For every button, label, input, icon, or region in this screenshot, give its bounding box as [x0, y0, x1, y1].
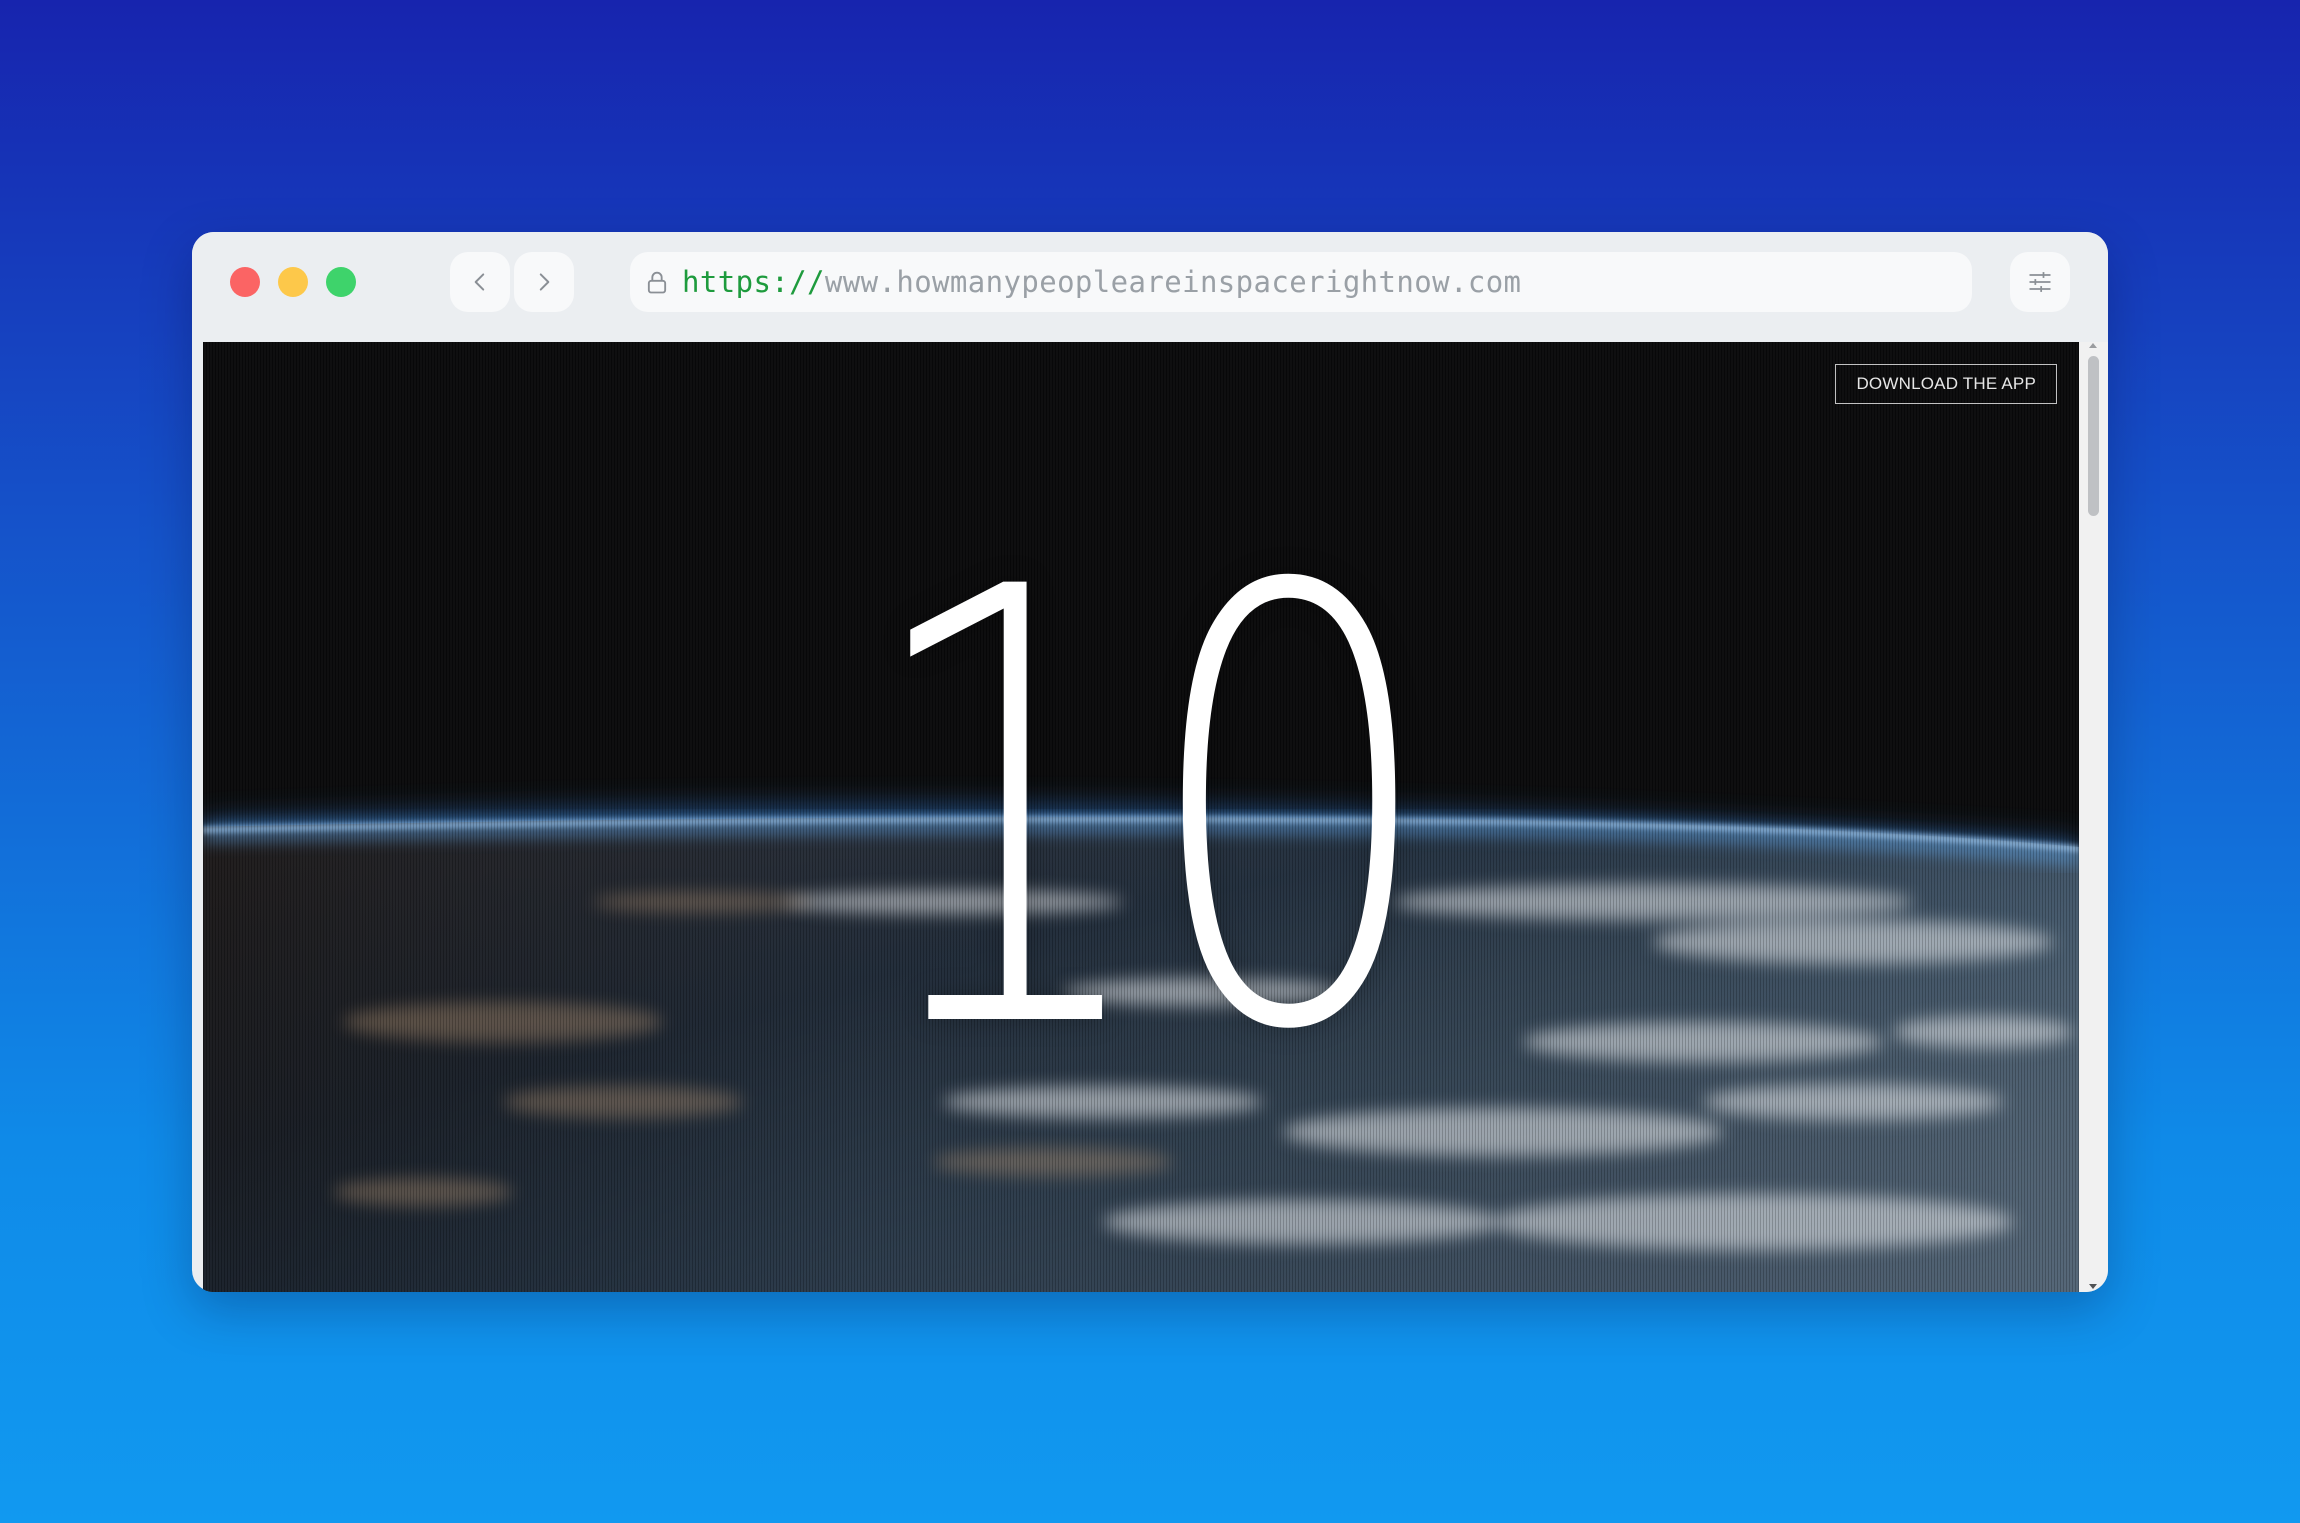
chevron-right-icon: [539, 273, 550, 291]
url-host: www.howmanypeopleareinspacerightnow.com: [824, 265, 1522, 299]
vertical-scrollbar[interactable]: [2079, 342, 2108, 1292]
web-page-viewport: DOWNLOAD THE APP 10: [203, 342, 2079, 1292]
scroll-down-arrow-icon[interactable]: [2089, 1284, 2097, 1289]
url-text: https://www.howmanypeopleareinspaceright…: [682, 265, 1521, 299]
close-window-button[interactable]: [230, 267, 260, 297]
settings-button[interactable]: [2010, 252, 2070, 312]
maximize-window-button[interactable]: [326, 267, 356, 297]
url-scheme: https://: [682, 265, 825, 299]
scroll-up-arrow-icon[interactable]: [2089, 343, 2097, 348]
browser-toolbar: https://www.howmanypeopleareinspaceright…: [192, 232, 2108, 340]
minimize-window-button[interactable]: [278, 267, 308, 297]
browser-window: https://www.howmanypeopleareinspaceright…: [192, 232, 2108, 1292]
address-bar[interactable]: https://www.howmanypeopleareinspaceright…: [630, 252, 1972, 312]
forward-button[interactable]: [514, 252, 574, 312]
scrollbar-thumb[interactable]: [2088, 356, 2099, 516]
chevron-left-icon: [474, 273, 485, 291]
lock-icon: [642, 267, 672, 297]
back-button[interactable]: [450, 252, 510, 312]
download-app-button[interactable]: DOWNLOAD THE APP: [1835, 364, 2057, 404]
count-number: 10: [858, 462, 1439, 1161]
sliders-icon: [2029, 272, 2051, 292]
people-in-space-count: 10: [409, 512, 1872, 1112]
